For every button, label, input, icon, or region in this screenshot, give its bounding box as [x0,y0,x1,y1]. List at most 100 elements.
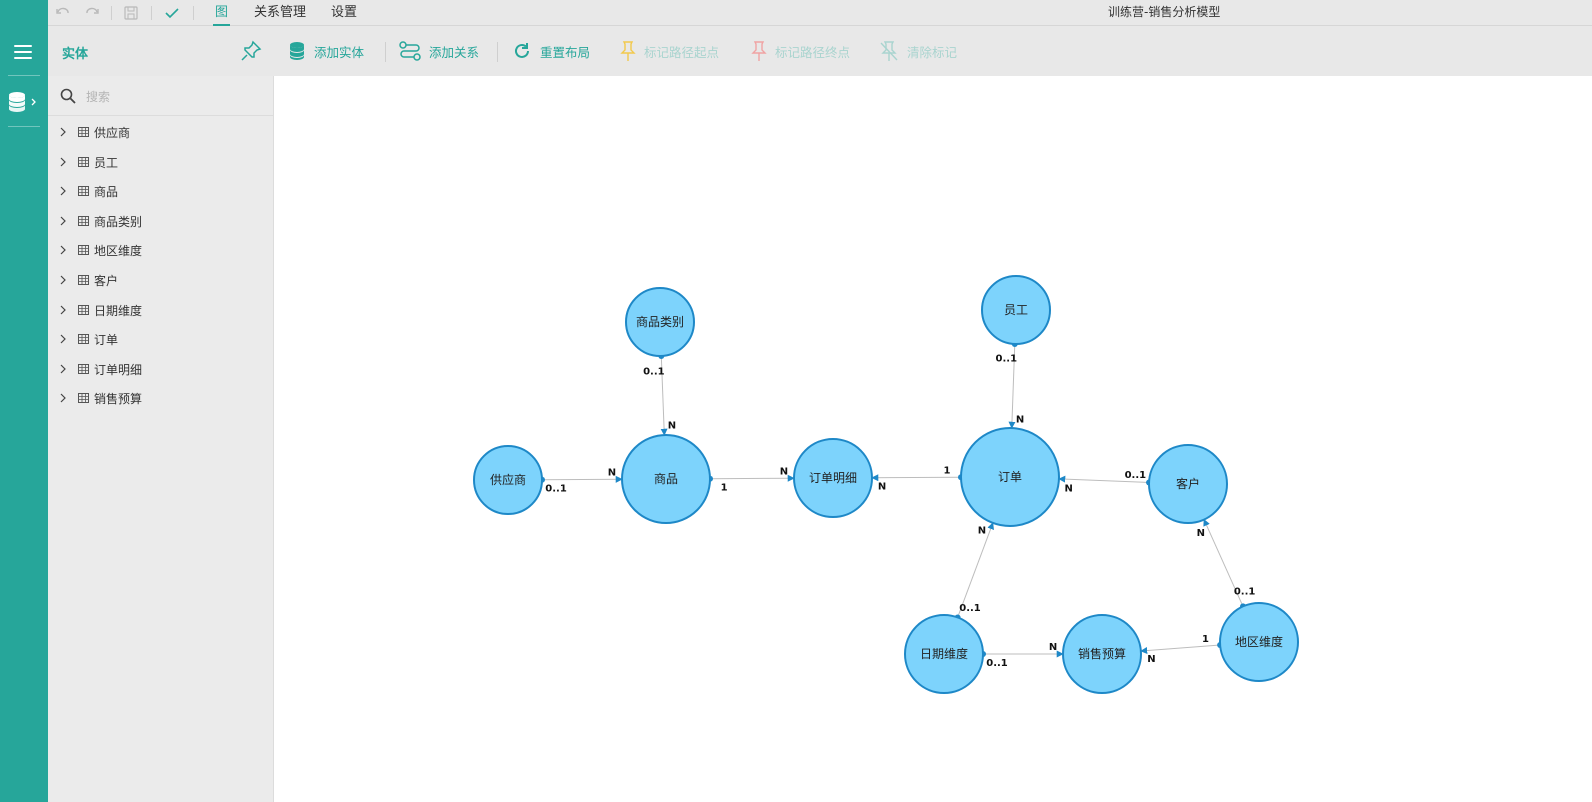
entity-node[interactable]: 商品类别 [625,287,695,357]
check-icon[interactable] [163,4,181,22]
pin-panel-button[interactable] [240,38,262,64]
top-bar: 图 关系管理 设置 训练营-销售分析模型 [48,0,1592,26]
entity-tree-item-label: 员工 [94,155,119,170]
cardinality-label: N [878,482,886,493]
tab-settings[interactable]: 设置 [329,0,359,26]
chevron-right-icon[interactable] [59,393,67,403]
entity-node[interactable]: 日期维度 [904,614,984,694]
reset-layout-label: 重置布局 [540,44,591,60]
save-icon[interactable] [122,4,140,22]
unpin-icon [880,41,898,61]
add-relation-button[interactable]: 添加关系 [399,38,479,64]
entity-node-label: 商品类别 [636,314,684,329]
table-icon [78,186,89,197]
entity-tree-item[interactable]: 客户 [48,265,274,295]
database-icon[interactable] [8,90,40,114]
entity-tree-item[interactable]: 订单明细 [48,354,274,384]
mark-path-start-button[interactable]: 标记路径起点 [620,38,719,64]
er-diagram[interactable]: 0..1N0..1N1N 1N0..1N0..1N0..1N0..1N0..1N1… [274,76,1592,802]
table-icon [78,363,89,374]
chevron-right-icon[interactable] [59,305,67,315]
entity-tree-item[interactable]: 订单 [48,324,274,354]
entity-node[interactable]: 客户 [1148,444,1228,524]
relation-edge[interactable]: 1N [871,465,965,493]
mark-path-end-button[interactable]: 标记路径终点 [751,38,850,64]
relation-edge[interactable]: 0..1 N [643,352,676,436]
relation-edge[interactable]: 1N [706,466,795,494]
cardinality-label: N [1147,654,1155,665]
panel-title: 实体 [62,47,89,62]
cardinality-label: N [978,525,986,536]
diagram-canvas[interactable]: 0..1 N 0..1 N 1 N 1 N 0..1 N 0..1 N 0..1 N 0..1 N 0..1 N 1… [274,76,1592,802]
relation-edge[interactable]: 0..1 N [1058,470,1153,494]
left-rail [0,0,48,802]
search-icon [60,88,76,104]
relation-edge[interactable]: 0..1 N [538,467,623,495]
relation-edge[interactable]: 0..1 N [996,340,1025,429]
refresh-icon [515,43,529,58]
entity-node[interactable]: 员工 [981,275,1051,345]
entity-node[interactable]: 商品 [621,434,711,524]
tab-diagram[interactable]: 图 [213,0,231,26]
rail-divider [8,126,40,127]
cardinality-label: N [1064,483,1072,494]
entity-node[interactable]: 订单明细 [793,438,873,518]
table-icon [78,127,89,137]
entity-tree-item[interactable]: 商品类别 [48,206,274,236]
pin-icon [241,40,262,61]
cardinality-label: N [780,466,788,477]
relation-edge[interactable]: 1N [1140,634,1224,665]
add-relation-label: 添加关系 [429,44,480,60]
chevron-right-icon[interactable] [59,334,67,344]
chevron-right-icon[interactable] [59,216,67,226]
entity-node[interactable]: 地区维度 [1219,602,1299,682]
search-box [48,76,274,116]
entity-tree-item-label: 日期维度 [94,303,143,318]
chevron-right-icon[interactable] [59,245,67,255]
add-entity-label: 添加实体 [314,44,365,60]
reset-layout-button[interactable]: 重置布局 [512,38,590,64]
cardinality-label: 0..1 [959,603,981,614]
redo-icon[interactable] [83,4,101,22]
entity-tree-item[interactable]: 供应商 [48,117,274,147]
entity-tree-item[interactable]: 员工 [48,147,274,177]
entity-tree: 供应商员工商品 商品类别 地区维度 客户日期维度订单 订单明细销售预算 [48,117,274,413]
table-icon [78,334,89,345]
chevron-right-icon[interactable] [59,275,67,285]
entity-node[interactable]: 销售预算 [1062,614,1142,694]
chevron-right-icon[interactable] [59,157,67,167]
table-icon [78,215,89,226]
search-input[interactable] [86,86,266,108]
entity-node[interactable]: 供应商 [473,445,543,515]
cardinality-label: N [1197,528,1205,539]
cardinality-label: 1 [1202,634,1209,645]
clear-marks-button[interactable]: 清除标记 [879,38,957,64]
entity-node-label: 销售预算 [1078,646,1126,661]
table-icon [78,156,89,167]
entity-tree-item[interactable]: 地区维度 [48,235,274,265]
table-icon [78,274,89,285]
undo-icon[interactable] [54,4,72,22]
entity-tree-item-label: 销售预算 [94,392,143,407]
window-title: 训练营-销售分析模型 [1108,5,1221,19]
chevron-right-icon[interactable] [59,186,67,196]
menu-icon[interactable] [12,40,36,64]
tab-relation-management[interactable]: 关系管理 [252,0,308,26]
relation-edge[interactable]: 0..1 N [1197,518,1256,610]
relation-edge[interactable]: 0..1 N [980,642,1064,669]
entity-tree-item[interactable]: 日期维度 [48,295,274,325]
database-icon [290,42,304,60]
rail-divider [8,75,40,76]
add-entity-button[interactable]: 添加实体 [288,38,364,64]
entity-node[interactable]: 订单 [960,427,1060,527]
entity-tree-item[interactable]: 销售预算 [48,383,274,413]
chevron-right-icon[interactable] [59,127,67,137]
chevron-right-icon[interactable] [59,364,67,374]
relation-edge[interactable]: 0..1 N [954,522,994,621]
clear-marks-label: 清除标记 [907,44,958,60]
cardinality-label: 1 [721,483,728,494]
entity-node-label: 地区维度 [1235,634,1283,649]
cardinality-label: 0..1 [996,354,1018,365]
entity-tree-item[interactable]: 商品 [48,176,274,206]
entity-node-label: 客户 [1176,476,1200,491]
